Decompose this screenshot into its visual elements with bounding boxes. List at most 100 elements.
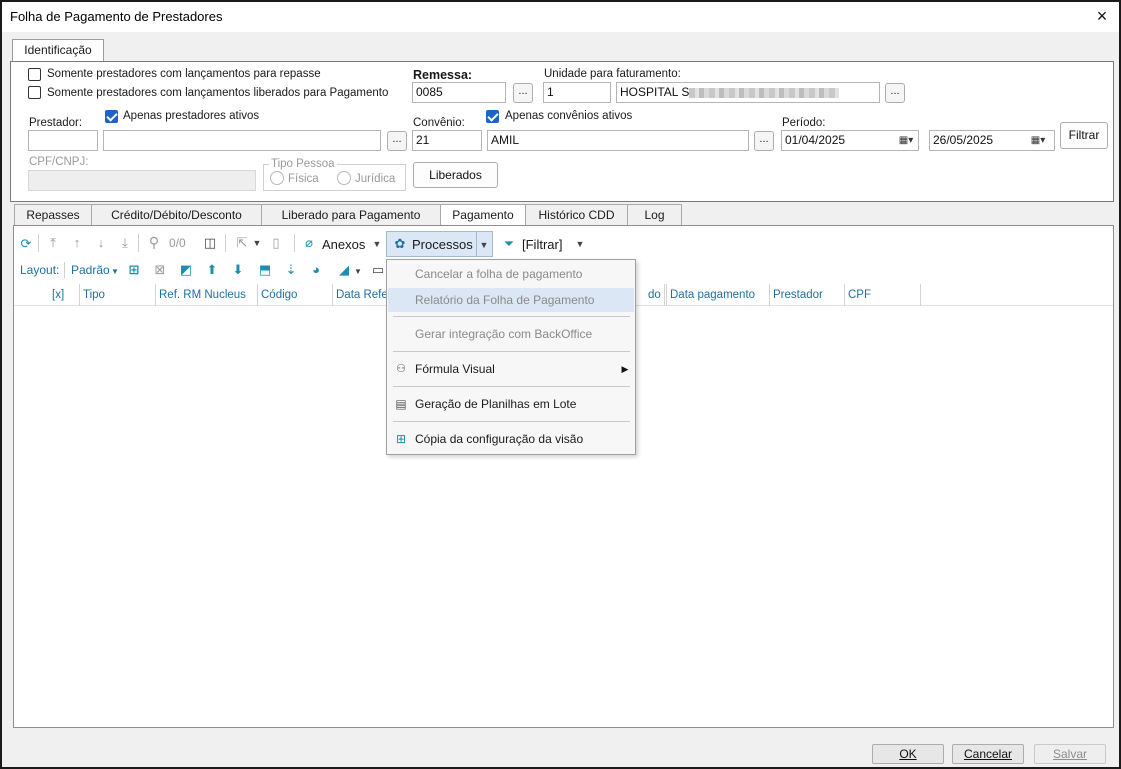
grid-icon: ⊞: [395, 432, 407, 446]
menu-separator: [393, 386, 630, 387]
prestador-lookup-button[interactable]: ...: [387, 131, 407, 151]
paperclip-icon[interactable]: ⌀: [302, 235, 316, 251]
unidade-name-input[interactable]: HOSPITAL S: [616, 82, 880, 103]
periodo-inicio-value: 01/04/2025: [785, 133, 846, 147]
liberados-button[interactable]: Liberados: [413, 162, 498, 188]
panel-icon[interactable]: ▭: [370, 262, 386, 278]
menu-item-label: Gerar integração com BackOffice: [415, 327, 593, 341]
menu-item-relatorio-folha[interactable]: Relatório da Folha de Pagamento: [388, 288, 634, 312]
chevron-down-icon[interactable]: ▼: [575, 236, 585, 252]
menu-item-gerar-integracao[interactable]: Gerar integração com BackOffice: [388, 322, 634, 346]
filtrar-button[interactable]: Filtrar: [1060, 122, 1108, 149]
col-codigo[interactable]: Código: [258, 284, 333, 306]
color-fill-icon[interactable]: ◕: [308, 262, 324, 278]
radio-juridica-label: Jurídica: [355, 173, 396, 185]
tab-historico-cdd[interactable]: Histórico CDD: [525, 204, 628, 226]
export-layout-icon[interactable]: ⬇: [230, 262, 246, 278]
move-down-icon[interactable]: ↓: [94, 235, 108, 251]
col-tipo[interactable]: Tipo: [80, 284, 156, 306]
delete-layout-icon[interactable]: ⊠: [152, 262, 168, 278]
col-cpf[interactable]: CPF: [845, 284, 921, 306]
checkbox-repasse-label: Somente prestadores com lançamentos para…: [47, 68, 321, 80]
toolbar-separator: [294, 234, 295, 252]
search-icon[interactable]: ⚲: [146, 234, 162, 250]
col-select[interactable]: [x]: [14, 284, 80, 306]
chevron-down-icon[interactable]: ▼: [110, 264, 120, 280]
dialog-window: Folha de Pagamento de Prestadores × Iden…: [0, 0, 1121, 769]
chevron-down-icon[interactable]: ▼: [479, 237, 489, 253]
convenio-lookup-button[interactable]: ...: [754, 131, 774, 151]
chevron-down-icon[interactable]: ▼: [252, 235, 262, 251]
chevron-right-icon: ▶: [621, 364, 629, 374]
remessa-lookup-button[interactable]: ...: [513, 83, 533, 103]
tab-liberado-pagamento[interactable]: Liberado para Pagamento: [261, 204, 441, 226]
col-data-pagamento[interactable]: Data pagamento: [667, 284, 770, 306]
convenio-name-input[interactable]: AMIL: [487, 130, 749, 151]
tab-pagamento[interactable]: Pagamento: [440, 204, 526, 227]
chevron-down-icon[interactable]: ▼: [354, 264, 362, 280]
layout-select[interactable]: Padrão: [71, 263, 110, 277]
move-up-icon[interactable]: ↑: [70, 235, 84, 251]
toolbar-separator: [225, 234, 226, 252]
checkbox-liberados[interactable]: [28, 86, 41, 99]
filter-icon[interactable]: ⏷: [502, 236, 516, 252]
columns-icon[interactable]: ◫: [202, 235, 218, 251]
checkbox-repasse[interactable]: [28, 68, 41, 81]
ok-button[interactable]: OK: [872, 744, 944, 764]
menu-item-geracao-planilhas[interactable]: ▤ Geração de Planilhas em Lote: [388, 392, 634, 416]
close-icon[interactable]: ×: [1089, 4, 1115, 28]
unidade-lookup-button[interactable]: ...: [885, 83, 905, 103]
move-last-icon[interactable]: ⤓: [118, 235, 132, 251]
anexos-button[interactable]: Anexos: [322, 237, 365, 252]
convenio-code-input[interactable]: 21: [412, 130, 482, 151]
layout-label: Layout:: [20, 263, 60, 277]
redacted-text: [689, 88, 839, 98]
menu-item-copia-configuracao[interactable]: ⊞ Cópia da configuração da visão: [388, 427, 634, 451]
processos-menu: Cancelar a folha de pagamento Relatório …: [386, 259, 636, 455]
remessa-input[interactable]: 0085: [412, 82, 506, 103]
filtrar-toolbar-button[interactable]: [Filtrar]: [522, 237, 562, 252]
cancelar-button[interactable]: Cancelar: [952, 744, 1024, 764]
tab-repasses[interactable]: Repasses: [14, 204, 92, 226]
identificacao-panel: Somente prestadores com lançamentos para…: [10, 61, 1114, 202]
calendar-icon[interactable]: ▦▾: [1023, 131, 1053, 150]
paint-icon[interactable]: ⬒: [257, 262, 273, 278]
pin-icon[interactable]: ⇣: [283, 262, 299, 278]
record-counter: 0/0: [169, 236, 186, 250]
save-layout-icon[interactable]: ◩: [178, 262, 194, 278]
checkbox-prestadores-ativos[interactable]: [105, 110, 118, 123]
refresh-icon[interactable]: ⟳: [18, 236, 34, 252]
split-divider: [476, 232, 477, 256]
col-prestador[interactable]: Prestador: [770, 284, 845, 306]
unidade-code-input[interactable]: 1: [543, 82, 611, 103]
tab-identificacao[interactable]: Identificação: [12, 39, 104, 62]
toolbar-separator: [38, 234, 39, 252]
checkbox-convenios-ativos-label: Apenas convênios ativos: [505, 110, 633, 122]
prestador-name-input[interactable]: [103, 130, 381, 151]
radio-fisica-label: Física: [288, 173, 319, 185]
title-bar: Folha de Pagamento de Prestadores ×: [2, 2, 1119, 32]
periodo-fim-value: 26/05/2025: [933, 133, 994, 147]
menu-item-formula-visual[interactable]: ⚇ Fórmula Visual ▶: [388, 357, 634, 381]
prestador-code-input[interactable]: [28, 130, 98, 151]
export-icon[interactable]: ⇱: [234, 235, 250, 251]
salvar-button[interactable]: Salvar: [1034, 744, 1106, 764]
menu-item-cancelar-folha[interactable]: Cancelar a folha de pagamento: [388, 262, 634, 286]
add-layout-icon[interactable]: ⊞: [126, 262, 142, 278]
calendar-icon[interactable]: ▦▾: [891, 131, 921, 150]
processos-button[interactable]: ✿ Processos ▼: [386, 231, 493, 257]
chart-icon[interactable]: ◢: [336, 262, 352, 278]
menu-item-label: Cancelar a folha de pagamento: [415, 267, 583, 281]
unidade-name-text: HOSPITAL S: [620, 85, 690, 99]
window-title: Folha de Pagamento de Prestadores: [10, 9, 223, 24]
document-icon[interactable]: ▯: [269, 235, 283, 251]
import-layout-icon[interactable]: ⬆: [204, 262, 220, 278]
col-data-partial[interactable]: do: [645, 284, 667, 306]
spreadsheet-icon: ▤: [395, 397, 407, 411]
checkbox-convenios-ativos[interactable]: [486, 110, 499, 123]
chevron-down-icon[interactable]: ▼: [372, 236, 382, 252]
move-first-icon[interactable]: ⤒: [46, 235, 60, 251]
tab-log[interactable]: Log: [627, 204, 682, 226]
col-ref-rm-nucleus[interactable]: Ref. RM Nucleus: [156, 284, 258, 306]
tab-credito-debito[interactable]: Crédito/Débito/Desconto: [91, 204, 262, 226]
